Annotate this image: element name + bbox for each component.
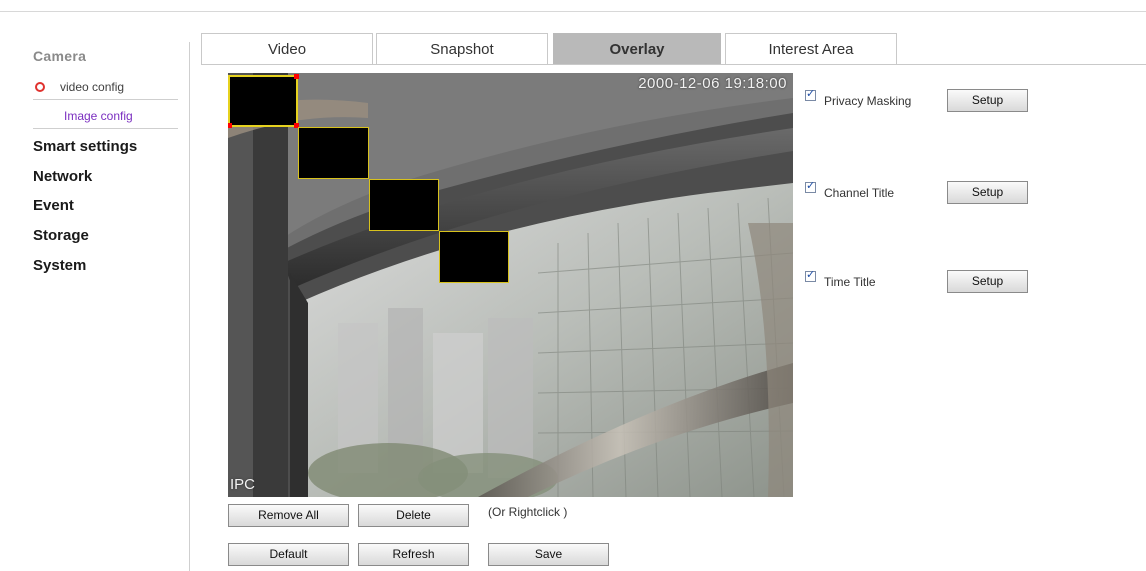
tab-interest-area[interactable]: Interest Area <box>725 33 897 64</box>
privacy-mask-1[interactable] <box>228 74 299 128</box>
default-button[interactable]: Default <box>228 543 349 566</box>
sidebar-item-label: Image config <box>64 109 133 123</box>
tab-snapshot[interactable]: Snapshot <box>376 33 548 64</box>
time-title-osd: 2000-12-06 19:18:00 <box>638 75 787 92</box>
resize-handle[interactable] <box>294 74 299 79</box>
sidebar-divider <box>189 42 190 571</box>
privacy-masking-setup-button[interactable]: Setup <box>947 89 1028 112</box>
tab-overlay[interactable]: Overlay <box>553 33 721 64</box>
tab-video[interactable]: Video <box>201 33 373 64</box>
sidebar-item-network[interactable]: Network <box>33 168 92 185</box>
remove-all-button[interactable]: Remove All <box>228 504 349 527</box>
save-button[interactable]: Save <box>488 543 609 566</box>
privacy-mask-4[interactable] <box>439 231 509 283</box>
privacy-masking-label: Privacy Masking <box>824 94 912 108</box>
rightclick-hint: (Or Rightclick ) <box>488 505 568 519</box>
sidebar-item-smart-settings[interactable]: Smart settings <box>33 138 137 155</box>
channel-title-setup-button[interactable]: Setup <box>947 181 1028 204</box>
time-title-label: Time Title <box>824 275 876 289</box>
tab-underline <box>201 64 1146 65</box>
sidebar-item-system[interactable]: System <box>33 257 86 274</box>
privacy-mask-3[interactable] <box>369 179 439 231</box>
channel-title-label: Channel Title <box>824 186 895 200</box>
time-title-checkbox[interactable] <box>805 268 816 282</box>
refresh-button[interactable]: Refresh <box>358 543 469 566</box>
channel-title-checkbox[interactable] <box>805 179 816 193</box>
privacy-masking-checkbox[interactable] <box>805 87 816 101</box>
active-bullet-icon <box>35 82 45 92</box>
sidebar-item-video-config[interactable]: video config <box>33 75 178 100</box>
sidebar-item-event[interactable]: Event <box>33 197 74 214</box>
time-title-setup-button[interactable]: Setup <box>947 270 1028 293</box>
sidebar-section-camera: Camera <box>33 48 87 64</box>
video-preview[interactable]: 2000-12-06 19:18:00 IPC <box>228 73 793 497</box>
resize-handle[interactable] <box>228 123 232 128</box>
channel-title-osd: IPC <box>230 476 256 493</box>
sidebar-item-storage[interactable]: Storage <box>33 227 89 244</box>
delete-button[interactable]: Delete <box>358 504 469 527</box>
sidebar-item-image-config[interactable]: Image config <box>33 104 178 129</box>
sidebar-item-label: video config <box>60 80 125 94</box>
privacy-mask-2[interactable] <box>298 127 369 179</box>
